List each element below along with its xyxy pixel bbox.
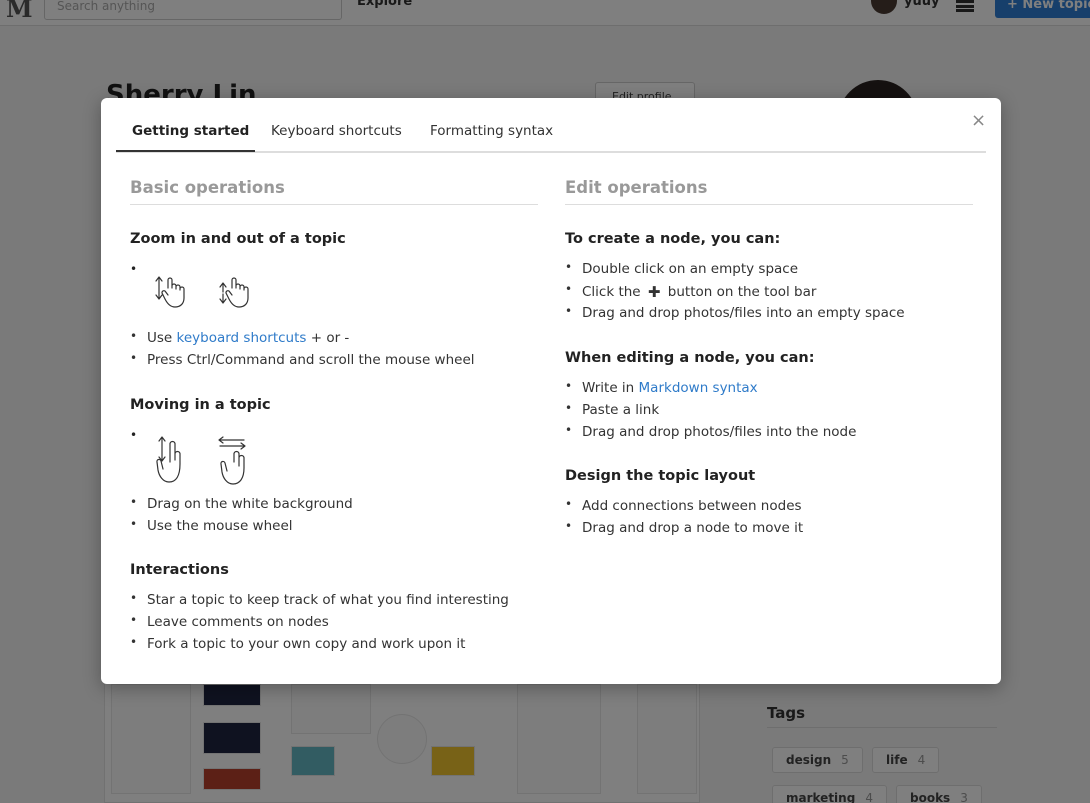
list-item: Add connections between nodes bbox=[565, 497, 801, 514]
list-item: Use the mouse wheel bbox=[130, 517, 292, 534]
help-dialog: × Getting started Keyboard shortcuts For… bbox=[101, 98, 1001, 684]
editing-node-heading: When editing a node, you can: bbox=[565, 350, 815, 366]
list-item: Drag and drop photos/files into the node bbox=[565, 423, 856, 440]
section-title: Edit operations bbox=[565, 178, 973, 205]
list-item: Write in Markdown syntax bbox=[565, 379, 758, 396]
help-tabs: Getting started Keyboard shortcuts Forma… bbox=[116, 114, 986, 153]
bullet: • bbox=[130, 428, 138, 442]
section-title: Basic operations bbox=[130, 178, 538, 205]
list-item: Click the ✚ button on the tool bar bbox=[565, 282, 817, 301]
list-item: Press Ctrl/Command and scroll the mouse … bbox=[130, 351, 475, 368]
zoom-heading: Zoom in and out of a topic bbox=[130, 231, 346, 247]
tab-keyboard-shortcuts[interactable]: Keyboard shortcuts bbox=[271, 123, 402, 139]
basic-operations-section: Basic operations Zoom in and out of a to… bbox=[130, 178, 538, 652]
list-item: Paste a link bbox=[565, 401, 659, 418]
list-item-text: button on the tool bar bbox=[663, 284, 817, 300]
tab-getting-started[interactable]: Getting started bbox=[132, 123, 249, 139]
keyboard-shortcuts-link[interactable]: keyboard shortcuts bbox=[177, 330, 307, 346]
list-item: Drag and drop photos/files into an empty… bbox=[565, 304, 905, 321]
layout-heading: Design the topic layout bbox=[565, 468, 756, 484]
pinch-zoom-gesture-icon bbox=[155, 276, 249, 308]
markdown-syntax-link[interactable]: Markdown syntax bbox=[639, 380, 758, 396]
list-item: Drag on the white background bbox=[130, 495, 353, 512]
list-item-text: Write in bbox=[582, 380, 639, 396]
moving-heading: Moving in a topic bbox=[130, 397, 271, 413]
bullet: • bbox=[130, 262, 138, 276]
tab-formatting-syntax[interactable]: Formatting syntax bbox=[430, 123, 553, 139]
plus-icon: ✚ bbox=[647, 283, 661, 301]
active-tab-indicator bbox=[116, 150, 255, 152]
list-item: Use keyboard shortcuts + or - bbox=[130, 329, 350, 346]
list-item-text: Click the bbox=[582, 284, 645, 300]
list-item: Leave comments on nodes bbox=[130, 613, 329, 630]
list-item: Fork a topic to your own copy and work u… bbox=[130, 635, 465, 652]
list-item-text: Use bbox=[147, 330, 177, 346]
list-item-text: + or - bbox=[306, 330, 350, 346]
edit-operations-section: Edit operations To create a node, you ca… bbox=[565, 178, 973, 536]
list-item: Star a topic to keep track of what you f… bbox=[130, 591, 509, 608]
create-node-heading: To create a node, you can: bbox=[565, 231, 781, 247]
drag-gesture-icon bbox=[156, 436, 246, 485]
list-item: Double click on an empty space bbox=[565, 260, 798, 277]
list-item: Drag and drop a node to move it bbox=[565, 519, 803, 536]
interactions-heading: Interactions bbox=[130, 562, 229, 578]
